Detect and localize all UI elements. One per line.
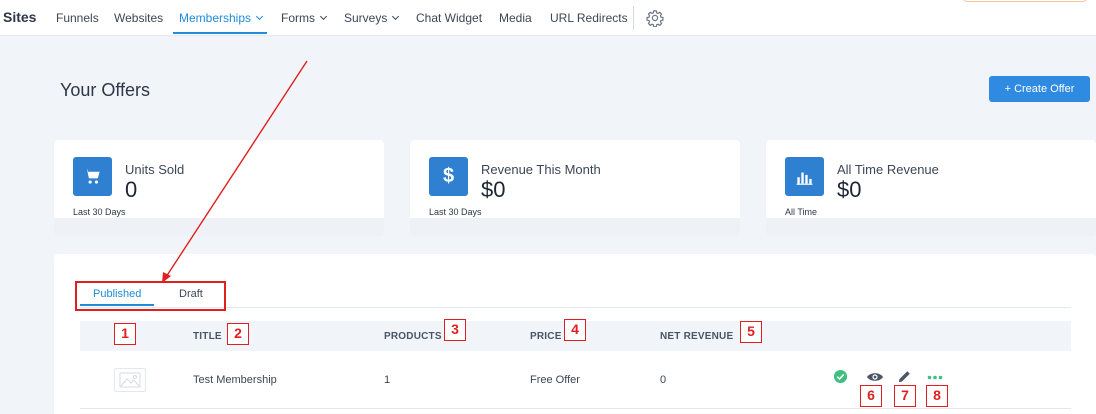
annotation-number-5: 5 [740,321,762,343]
annotation-number-3: 3 [444,319,466,341]
annotation-number-1: 1 [114,323,136,345]
annotation-arrow [162,60,308,283]
annotation-number-6: 6 [860,385,882,407]
annotation-number-4: 4 [564,319,586,341]
annotation-number-2: 2 [227,323,249,345]
annotation-number-7: 7 [894,385,916,407]
annotation-number-8: 8 [926,385,948,407]
